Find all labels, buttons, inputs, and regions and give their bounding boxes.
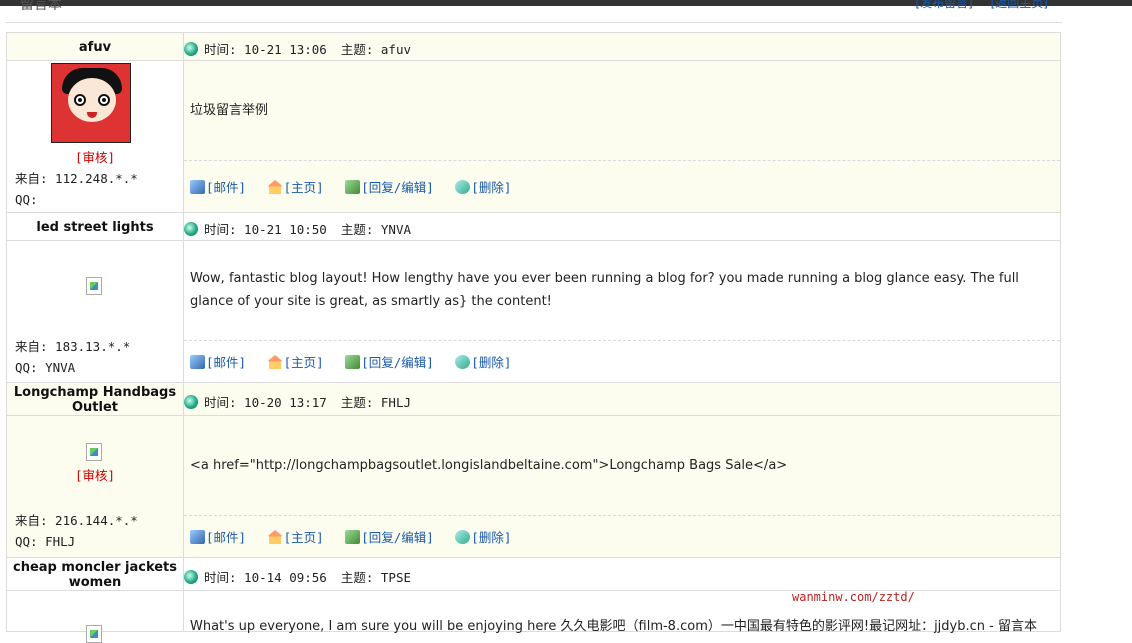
poster-name: cheap moncler jackets women — [12, 560, 178, 590]
entry-name-cell: Longchamp Handbags Outlet — [6, 382, 184, 416]
message-text: Wow, fantastic blog layout! How lengthy … — [190, 271, 1019, 309]
entry-header-row: afuv 时间: 10-21 13:06 主题: afuv — [6, 32, 1061, 61]
time-icon — [184, 570, 198, 584]
qq-number: QQ: YNVA — [15, 360, 76, 375]
entry-header-row: led street lights 时间: 10-21 10:50 主题: YNV… — [6, 212, 1061, 241]
audit-link[interactable]: [审核] — [7, 465, 183, 484]
homepage-button[interactable]: [主页] — [267, 355, 324, 370]
broken-image-icon — [86, 443, 102, 461]
reply-icon — [345, 355, 361, 369]
from-ip: 来自: 112.248.*.* — [15, 171, 138, 186]
entry-name-cell: led street lights — [6, 212, 184, 241]
qq-number: QQ: — [15, 192, 38, 207]
post-time: 时间: 10-14 09:56 — [204, 570, 327, 585]
post-time: 时间: 10-21 10:50 — [204, 222, 327, 237]
message-cell: What's up everyone, I am sure you will b… — [183, 590, 1061, 634]
post-subject: 主题: afuv — [340, 42, 411, 57]
broken-image-icon — [86, 277, 102, 295]
reply-icon — [345, 530, 361, 544]
back-home-link[interactable]: [返回主页] — [991, 0, 1048, 10]
home-icon — [267, 355, 283, 369]
watermark-text: wanminw.com/zztd/ — [792, 590, 915, 604]
entry-body-row: [审核] 来自: 112.248.*.* QQ: 垃圾留言举例 [邮件] [主页… — [6, 60, 1061, 213]
message-text: <a href="http://longchampbagsoutlet.long… — [190, 458, 788, 473]
homepage-button[interactable]: [主页] — [267, 180, 324, 195]
from-ip: 来自: 216.144.*.* — [15, 513, 138, 528]
reply-edit-button[interactable]: [回复/编辑] — [345, 355, 434, 370]
time-icon — [184, 222, 198, 236]
post-message-link[interactable]: [发布留言] — [915, 0, 972, 10]
post-time: 时间: 10-21 13:06 — [204, 42, 327, 57]
delete-icon — [455, 180, 471, 194]
entry-header-row: Longchamp Handbags Outlet 时间: 10-20 13:1… — [6, 382, 1061, 416]
post-subject: 主题: YNVA — [340, 222, 411, 237]
entry-body-row: 来自: 183.13.*.* QQ: YNVA Wow, fantastic b… — [6, 240, 1061, 383]
delete-icon — [455, 530, 471, 544]
reply-edit-button[interactable]: [回复/编辑] — [345, 180, 434, 195]
mail-button[interactable]: [邮件] — [190, 355, 246, 370]
message-text: 垃圾留言举例 — [190, 103, 269, 118]
delete-button[interactable]: [删除] — [455, 180, 511, 195]
poster-name: afuv — [78, 40, 112, 55]
mail-icon — [190, 530, 205, 544]
message-cell: Wow, fantastic blog layout! How lengthy … — [183, 240, 1061, 383]
avatar — [51, 63, 131, 143]
entry-name-cell: cheap moncler jackets women — [6, 557, 184, 591]
message-cell: 垃圾留言举例 [邮件] [主页] [回复/编辑] [删除] — [183, 60, 1061, 213]
entry-name-cell: afuv — [6, 32, 184, 61]
post-subject: 主题: TPSE — [340, 570, 411, 585]
header-links: [发布留言] [返回主页] — [901, 0, 1048, 11]
delete-button[interactable]: [删除] — [455, 530, 511, 545]
entry-meta-cell: 时间: 10-21 13:06 主题: afuv — [183, 32, 1061, 61]
entry-meta-cell: 时间: 10-20 13:17 主题: FHLJ — [183, 382, 1061, 416]
home-icon — [267, 530, 283, 544]
action-bar: [邮件] [主页] [回复/编辑] [删除] — [190, 177, 525, 196]
post-subject: 主题: FHLJ — [340, 395, 411, 410]
action-bar: [邮件] [主页] [回复/编辑] [删除] — [190, 527, 525, 546]
mail-button[interactable]: [邮件] — [190, 530, 246, 545]
poster-name: Longchamp Handbags Outlet — [13, 385, 177, 415]
time-icon — [184, 395, 198, 409]
guestbook-table: afuv 时间: 10-21 13:06 主题: afuv [审核] 来自: 11… — [6, 32, 1061, 643]
time-icon — [184, 42, 198, 56]
homepage-button[interactable]: [主页] — [267, 530, 324, 545]
mail-icon — [190, 355, 205, 369]
reply-icon — [345, 180, 361, 194]
entry-header-row: cheap moncler jackets women 时间: 10-14 09… — [6, 557, 1061, 591]
poster-name: led street lights — [36, 220, 154, 235]
poster-info-cell: [审核] 来自: 112.248.*.* QQ: — [6, 60, 184, 213]
post-time: 时间: 10-20 13:17 — [204, 395, 327, 410]
delete-icon — [455, 355, 471, 369]
mail-icon — [190, 180, 205, 194]
mail-button[interactable]: [邮件] — [190, 180, 246, 195]
qq-number: QQ: FHLJ — [15, 534, 76, 549]
entry-body-row: [审核] 来自: 216.144.*.* QQ: FHLJ <a href="h… — [6, 415, 1061, 558]
home-icon — [267, 180, 283, 194]
poster-info-cell: 来自: 183.13.*.* QQ: YNVA — [6, 240, 184, 383]
message-text: What's up everyone, I am sure you will b… — [190, 619, 1037, 634]
delete-button[interactable]: [删除] — [455, 355, 511, 370]
audit-link[interactable]: [审核] — [7, 147, 183, 166]
reply-edit-button[interactable]: [回复/编辑] — [345, 530, 434, 545]
broken-image-icon — [86, 625, 102, 643]
from-ip: 来自: 183.13.*.* — [15, 339, 131, 354]
message-cell: <a href="http://longchampbagsoutlet.long… — [183, 415, 1061, 558]
entry-meta-cell: 时间: 10-21 10:50 主题: YNVA — [183, 212, 1061, 241]
action-bar: [邮件] [主页] [回复/编辑] [删除] — [190, 352, 525, 371]
poster-info-cell — [6, 590, 184, 643]
page-title: 留言本 — [20, 0, 62, 13]
poster-info-cell: [审核] 来自: 216.144.*.* QQ: FHLJ — [6, 415, 184, 558]
page-header: 留言本 [发布留言] [返回主页] — [6, 0, 1062, 23]
entry-meta-cell: 时间: 10-14 09:56 主题: TPSE — [183, 557, 1061, 591]
